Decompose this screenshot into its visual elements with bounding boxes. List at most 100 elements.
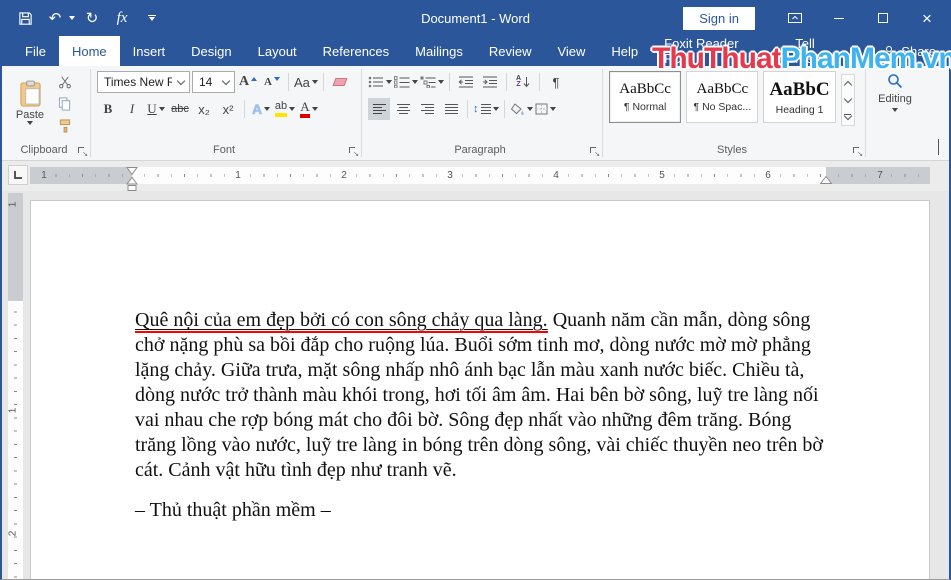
shading-button[interactable] <box>510 98 533 120</box>
styles-scroll-down-button[interactable] <box>842 92 854 109</box>
insert-function-button[interactable]: fx <box>109 4 135 32</box>
decrease-indent-button[interactable] <box>455 71 477 93</box>
collapse-ribbon-button[interactable] <box>938 140 939 155</box>
minimize-button[interactable] <box>817 0 861 36</box>
ribbon-tab-bar: File Home Insert Design Layout Reference… <box>2 36 949 66</box>
tab-home[interactable]: Home <box>59 36 120 66</box>
undo-dropdown-icon[interactable] <box>69 16 75 20</box>
share-person-icon <box>882 45 896 58</box>
tab-help[interactable]: Help <box>598 36 651 66</box>
style-no-spacing[interactable]: AaBbCc ¶ No Spac... <box>686 71 758 123</box>
clipboard-dialog-launcher[interactable] <box>77 146 87 156</box>
text-effects-button[interactable]: A <box>250 98 272 120</box>
signature-line: – Thủ thuật phần mềm – <box>135 498 829 523</box>
body-paragraph: Quê nội của em đẹp bởi có con sông chảy … <box>135 308 829 483</box>
grow-font-button[interactable]: A <box>237 71 259 93</box>
paste-button[interactable]: Paste <box>8 68 52 134</box>
italic-button[interactable]: I <box>121 98 143 120</box>
font-name-value: Times New Roman <box>104 75 172 89</box>
maximize-button[interactable] <box>861 0 905 36</box>
format-painter-button[interactable] <box>58 117 72 134</box>
show-hide-marks-button[interactable]: ¶ <box>545 71 567 93</box>
paragraph-dialog-launcher[interactable] <box>589 146 599 156</box>
undo-button[interactable]: ↶ <box>42 4 68 32</box>
redo-button[interactable]: ↻ <box>79 4 105 32</box>
sort-button[interactable]: AZ <box>512 71 534 93</box>
tab-layout[interactable]: Layout <box>245 36 310 66</box>
tab-stop-selector[interactable] <box>8 165 28 185</box>
increase-indent-button[interactable] <box>479 71 501 93</box>
indent-markers[interactable] <box>126 167 138 191</box>
grow-font-icon <box>251 77 257 81</box>
font-size-dropdown-icon[interactable] <box>217 72 234 92</box>
font-color-button[interactable]: A <box>298 98 320 120</box>
tab-insert[interactable]: Insert <box>120 36 179 66</box>
document-page[interactable]: Quê nội của em đẹp bởi có con sông chảy … <box>30 200 930 579</box>
tab-review[interactable]: Review <box>476 36 545 66</box>
font-size-value: 14 <box>199 75 217 89</box>
document-text[interactable]: Quê nội của em đẹp bởi có con sông chảy … <box>135 308 829 523</box>
style-normal[interactable]: AaBbCc ¶ Normal <box>609 71 681 123</box>
editing-label: Editing <box>878 93 912 105</box>
font-name-dropdown-icon[interactable] <box>172 72 189 92</box>
borders-button[interactable] <box>535 98 557 120</box>
numbering-button[interactable] <box>394 71 418 93</box>
decrease-indent-icon <box>458 76 474 88</box>
editing-group: Editing <box>866 66 928 160</box>
redo-icon: ↻ <box>86 9 99 27</box>
right-indent-marker[interactable] <box>820 176 832 184</box>
copy-button[interactable] <box>58 95 72 112</box>
styles-more-button[interactable] <box>842 108 854 125</box>
font-size-combo[interactable]: 14 <box>192 71 235 93</box>
tab-tell-me[interactable]: Tell me <box>767 36 843 66</box>
clear-formatting-button[interactable] <box>329 71 351 93</box>
tab-references[interactable]: References <box>310 36 402 66</box>
tab-design[interactable]: Design <box>178 36 244 66</box>
line-spacing-button[interactable]: ↕ <box>473 98 499 120</box>
ribbon-display-options-button[interactable] <box>773 0 817 36</box>
align-left-button[interactable] <box>368 98 390 120</box>
style-heading-1[interactable]: AaBbC Heading 1 <box>763 71 835 123</box>
font-name-combo[interactable]: Times New Roman <box>97 71 190 93</box>
align-right-button[interactable] <box>416 98 438 120</box>
sign-in-button[interactable]: Sign in <box>683 7 755 30</box>
paragraph-group-label: Paragraph <box>368 141 592 160</box>
tab-view[interactable]: View <box>544 36 598 66</box>
strikethrough-button[interactable]: abc <box>169 98 191 120</box>
font-group-label: Font <box>97 141 351 160</box>
customize-qat-button[interactable] <box>139 4 165 32</box>
tab-share[interactable]: Share <box>869 36 949 66</box>
underline-dropdown-icon <box>159 107 165 111</box>
change-case-button[interactable]: Aa <box>294 71 318 93</box>
close-button[interactable]: × <box>905 0 949 36</box>
horizontal-ruler: 1 1 2 3 4 5 6 7 <box>30 167 930 184</box>
bullets-button[interactable] <box>368 71 392 93</box>
multilevel-list-button[interactable] <box>420 71 444 93</box>
bold-button[interactable]: B <box>97 98 119 120</box>
minimize-icon <box>834 18 844 19</box>
subscript-button[interactable]: x₂ <box>193 98 215 120</box>
styles-dialog-launcher[interactable] <box>852 146 862 156</box>
tab-file[interactable]: File <box>12 36 59 66</box>
tab-mailings[interactable]: Mailings <box>402 36 476 66</box>
underline-button[interactable]: U <box>145 98 167 120</box>
styles-scroll-up-button[interactable] <box>842 75 854 92</box>
highlight-color-button[interactable]: ab <box>274 98 296 120</box>
editing-menu-button[interactable]: Editing <box>872 68 918 112</box>
save-button[interactable] <box>12 4 38 32</box>
align-center-button[interactable] <box>392 98 414 120</box>
shrink-font-button[interactable]: A <box>261 71 283 93</box>
sort-icon: AZ <box>516 76 521 88</box>
paragraph-group: AZ ¶ ↕ <box>362 66 602 160</box>
cut-button[interactable] <box>58 73 72 90</box>
justify-button[interactable] <box>440 98 462 120</box>
shading-bucket-icon <box>510 103 525 115</box>
superscript-button[interactable]: x² <box>217 98 239 120</box>
quick-access-toolbar: ↶ ↻ fx <box>2 4 165 32</box>
multilevel-list-icon <box>420 76 436 88</box>
app-window: ↶ ↻ fx Document1 - Word Sign in × File H… <box>0 0 951 580</box>
font-dialog-launcher[interactable] <box>348 146 358 156</box>
ruler-number: 1 <box>233 169 243 182</box>
tab-foxit-reader-pdf[interactable]: Foxit Reader PDF <box>651 36 767 66</box>
ruler-number: 5 <box>657 169 667 182</box>
